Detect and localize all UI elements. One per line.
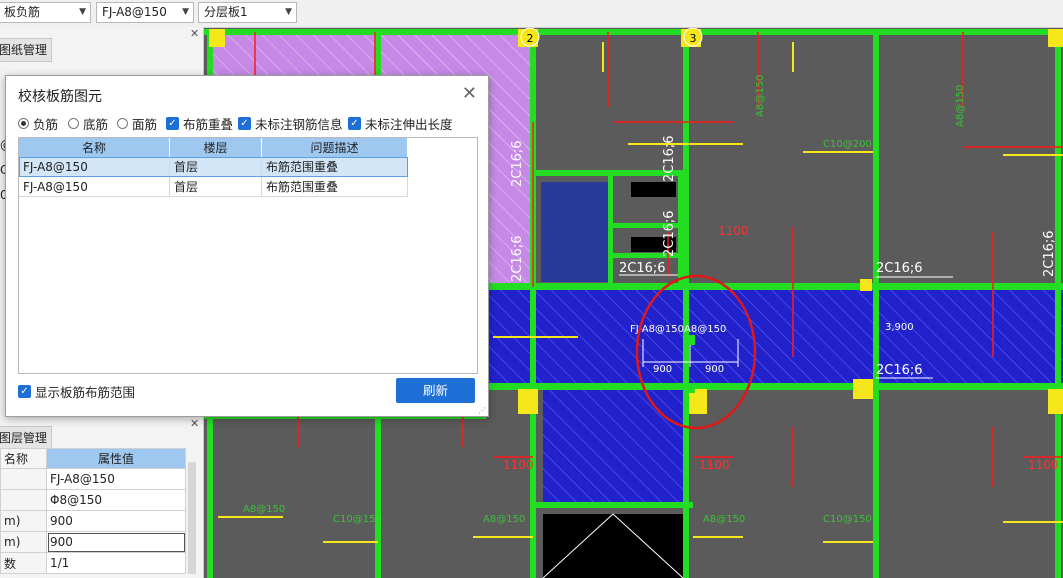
- svg-text:A8@150: A8@150: [955, 85, 966, 127]
- label-3900: 3,900: [885, 322, 914, 333]
- component-name-value: FJ-A8@150: [102, 5, 167, 19]
- svg-text:A8@150: A8@150: [483, 514, 525, 525]
- column-header-issue[interactable]: 问题描述: [261, 138, 408, 157]
- checkmark-icon: ✓: [18, 385, 31, 398]
- svg-text:A8@150: A8@150: [243, 504, 285, 515]
- label-c7: 2C16;6: [876, 363, 923, 378]
- label-fj: FJ-A8@150A8@150: [630, 324, 726, 335]
- radio-negative-rebar[interactable]: 负筋: [18, 114, 58, 133]
- tab-drawing-manager[interactable]: 图纸管理: [0, 38, 53, 62]
- radio-face-rebar[interactable]: 面筋: [117, 114, 157, 133]
- table-row[interactable]: m) 900: [0, 510, 186, 532]
- close-icon[interactable]: ✕: [462, 83, 477, 104]
- prop-header-name: 名称: [0, 448, 47, 469]
- table-row[interactable]: 数 1/1: [0, 552, 186, 574]
- checkmark-icon: ✓: [238, 117, 251, 130]
- chevron-down-icon: ▼: [79, 7, 86, 17]
- table-row[interactable]: Φ8@150: [0, 489, 186, 511]
- checkbox-overlap[interactable]: ✓ 布筋重叠: [166, 114, 233, 133]
- radio-icon: [117, 118, 128, 129]
- layer-value: 分层板1: [204, 5, 248, 19]
- close-icon[interactable]: ✕: [190, 417, 199, 430]
- chevron-down-icon: ▼: [285, 7, 292, 17]
- chevron-down-icon: ▼: [182, 7, 189, 17]
- checkbox-show-range[interactable]: ✓ 显示板筋布筋范围: [18, 382, 135, 401]
- property-grid: 名称 属性值 FJ-A8@150 Φ8@150 m) 900 m) 900 数 1/1: [0, 448, 186, 574]
- radio-icon: [68, 118, 79, 129]
- label-c3: 2C16;6: [662, 135, 677, 182]
- scrollbar[interactable]: [188, 462, 196, 574]
- component-name-select[interactable]: FJ-A8@150 ▼: [96, 2, 194, 23]
- layer-select[interactable]: 分层板1 ▼: [198, 2, 297, 23]
- table-row[interactable]: FJ-A8@150 首层 布筋范围重叠: [19, 176, 408, 197]
- label-c4: 2C16;6: [662, 210, 677, 257]
- column-header-name[interactable]: 名称: [19, 138, 170, 157]
- checkmark-icon: ✓: [348, 117, 361, 130]
- shaft-opening: [543, 514, 683, 578]
- checkbox-unlabeled-length[interactable]: ✓ 未标注伸出长度: [348, 114, 453, 133]
- label-c6: 2C16;6: [876, 261, 923, 276]
- checkmark-icon: ✓: [166, 117, 179, 130]
- svg-text:C10@200: C10@200: [823, 139, 872, 150]
- label-900a: 900: [653, 364, 672, 375]
- axis-2-label: 2: [527, 32, 534, 45]
- label-1100d: 1100: [718, 224, 749, 238]
- toolbar: 板负筋 ▼ FJ-A8@150 ▼ 分层板1 ▼: [0, 0, 1063, 28]
- column-header-floor[interactable]: 楼层: [169, 138, 262, 157]
- close-icon[interactable]: ✕: [190, 27, 199, 40]
- blue-slab-upper: [541, 182, 613, 282]
- label-c5: 2C16;6: [619, 261, 666, 276]
- table-row[interactable]: FJ-A8@150: [0, 468, 186, 490]
- svg-text:A8@150: A8@150: [755, 75, 766, 117]
- component-type-value: 板负筋: [4, 5, 41, 19]
- component-type-select[interactable]: 板负筋 ▼: [0, 2, 91, 23]
- label-1100c: 1100: [1028, 458, 1059, 472]
- checkbox-unlabeled-info[interactable]: ✓ 未标注钢筋信息: [238, 114, 343, 133]
- label-c1: 2C16;6: [510, 140, 525, 187]
- label-1100b: 1100: [699, 458, 730, 472]
- svg-text:C10@150: C10@150: [823, 514, 872, 525]
- svg-text:C10@150: C10@150: [333, 514, 382, 525]
- dialog-title: 校核板筋图元: [18, 89, 102, 105]
- table-row[interactable]: FJ-A8@150 首层 布筋范围重叠: [19, 157, 408, 177]
- label-c2: 2C16;6: [510, 235, 525, 282]
- issue-list[interactable]: 名称 楼层 问题描述 FJ-A8@150 首层 布筋范围重叠 FJ-A8@150…: [18, 137, 478, 374]
- check-slab-rebar-dialog: 校核板筋图元 ✕ 负筋 底筋 面筋 ✓ 布筋重叠 ✓ 未标注钢筋信息 ✓ 未标注…: [5, 75, 489, 417]
- label-1100a: 1100: [503, 458, 534, 472]
- resize-grip-icon[interactable]: ⋰: [478, 406, 486, 415]
- tab-layer-manager[interactable]: 图层管理: [0, 426, 53, 450]
- svg-text:A8@150: A8@150: [703, 514, 745, 525]
- svg-text:2C16;6: 2C16;6: [1042, 230, 1057, 277]
- radio-icon: [18, 118, 29, 129]
- axis-3-label: 3: [690, 32, 697, 45]
- prop-header-value: 属性值: [46, 448, 186, 469]
- refresh-button[interactable]: 刷新: [396, 378, 475, 403]
- table-row[interactable]: m) 900: [0, 531, 186, 553]
- label-900b: 900: [705, 364, 724, 375]
- radio-bottom-rebar[interactable]: 底筋: [68, 114, 108, 133]
